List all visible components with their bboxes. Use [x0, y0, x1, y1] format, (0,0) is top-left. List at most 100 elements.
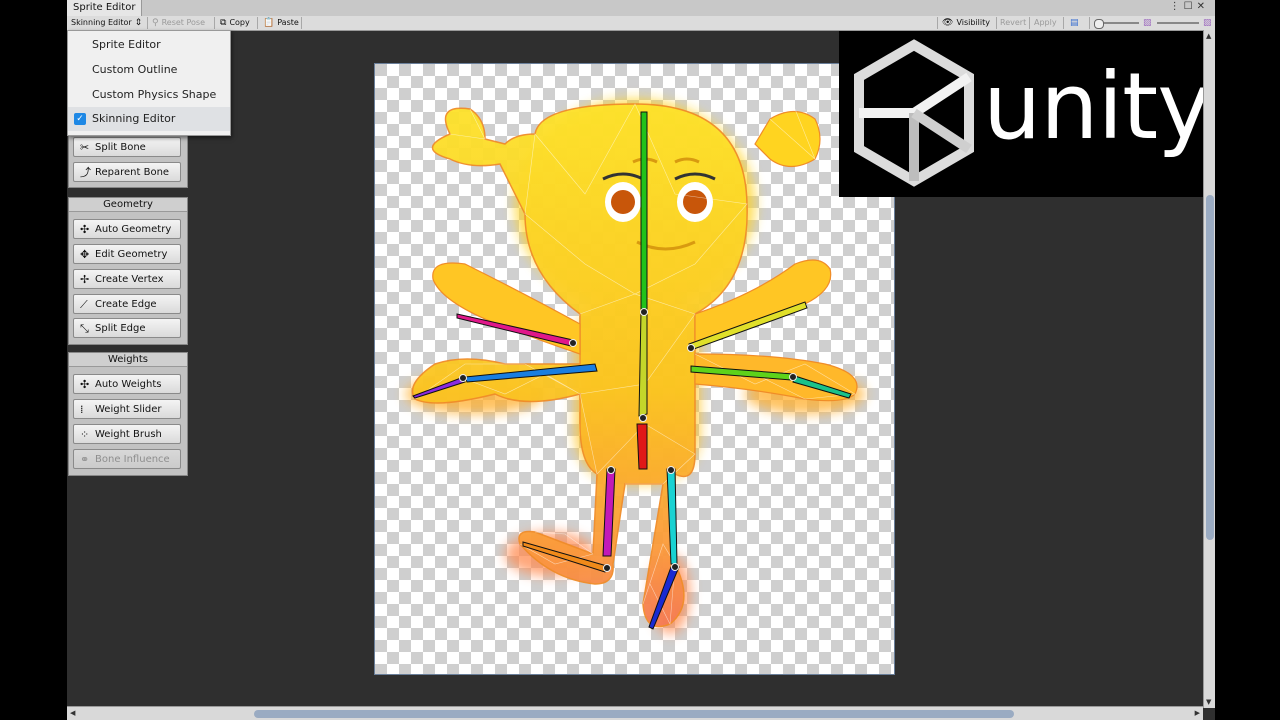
- auto-weights-label: Auto Weights: [95, 379, 162, 390]
- split-bone-label: Split Bone: [95, 142, 146, 153]
- reparent-bone-button[interactable]: ⤴ Reparent Bone: [73, 162, 181, 182]
- apply-button[interactable]: Apply: [1034, 16, 1057, 30]
- copy-label: Copy: [229, 18, 250, 27]
- menu-item-custom-outline[interactable]: Custom Outline: [68, 58, 230, 82]
- revert-label: Revert: [1000, 18, 1027, 27]
- mip-toggle[interactable]: ▨: [1203, 16, 1212, 30]
- color-channel-toggle[interactable]: ▤: [1070, 16, 1079, 30]
- create-edge-icon: ⟋: [80, 298, 88, 311]
- bone-tools-panel: ✂ Split Bone ⤴ Reparent Bone: [68, 128, 188, 188]
- menu-item-skinning-editor[interactable]: ✓ Skinning Editor: [68, 107, 230, 131]
- weight-slider-button[interactable]: ⁞ Weight Slider: [73, 399, 181, 419]
- weight-slider-label: Weight Slider: [95, 404, 162, 415]
- reset-pose-label: Reset Pose: [161, 18, 206, 27]
- visibility-button[interactable]: 👁 Visibility: [942, 16, 990, 30]
- unity-cube-icon: [854, 39, 974, 187]
- menu-item-label: Sprite Editor: [92, 38, 161, 51]
- reset-pose-button[interactable]: ⚲ Reset Pose: [152, 16, 205, 30]
- bone-influence-button[interactable]: ⚭ Bone Influence: [73, 449, 181, 469]
- edit-geometry-button[interactable]: ✥ Edit Geometry: [73, 244, 181, 264]
- toolbar-divider: [996, 17, 997, 29]
- vertical-scrollbar[interactable]: ▲ ▼: [1203, 30, 1215, 708]
- mip-slider[interactable]: [1157, 22, 1199, 24]
- mode-select-label: Skinning Editor: [71, 18, 132, 27]
- close-icon[interactable]: ✕: [1197, 1, 1209, 12]
- toolbar-divider: [1029, 17, 1030, 29]
- mode-dropdown-menu: Sprite Editor Custom Outline Custom Phys…: [67, 30, 231, 136]
- toolbar-divider: [1089, 17, 1090, 29]
- sprite-viewport: [375, 64, 894, 674]
- mip-icon: ▨: [1203, 18, 1212, 28]
- toolbar-divider: [301, 17, 302, 29]
- auto-weights-icon: ✣: [80, 378, 90, 391]
- scroll-right-icon[interactable]: ▶: [1195, 709, 1200, 717]
- alpha-icon: ▨: [1143, 18, 1152, 28]
- scroll-up-icon[interactable]: ▲: [1206, 32, 1211, 40]
- horizontal-scroll-thumb[interactable]: [254, 710, 1014, 718]
- reparent-bone-icon: ⤴: [80, 166, 91, 179]
- split-edge-button[interactable]: ⤡ Split Edge: [73, 318, 181, 338]
- create-edge-button[interactable]: ⟋ Create Edge: [73, 294, 181, 314]
- geometry-panel-header: Geometry: [69, 198, 187, 212]
- maximize-icon[interactable]: ☐: [1184, 1, 1197, 12]
- auto-geometry-label: Auto Geometry: [95, 224, 172, 235]
- weight-brush-button[interactable]: ⁘ Weight Brush: [73, 424, 181, 444]
- torso-bone: [638, 311, 648, 417]
- menu-item-custom-physics-shape[interactable]: Custom Physics Shape: [68, 83, 230, 107]
- menu-item-label: Skinning Editor: [92, 112, 176, 125]
- visibility-label: Visibility: [956, 18, 990, 27]
- toolbar-divider: [1063, 17, 1064, 29]
- toolbar-divider: [937, 17, 938, 29]
- create-vertex-label: Create Vertex: [95, 274, 164, 285]
- bone-influence-icon: ⚭: [80, 453, 90, 466]
- horizontal-scrollbar[interactable]: ◀ ▶: [67, 706, 1203, 720]
- alpha-toggle[interactable]: ▨: [1143, 16, 1152, 30]
- create-vertex-button[interactable]: ✢ Create Vertex: [73, 269, 181, 289]
- hip-bone: [636, 423, 648, 470]
- menu-item-sprite-editor[interactable]: Sprite Editor: [68, 33, 230, 57]
- sprite-canvas[interactable]: [374, 63, 895, 675]
- create-vertex-icon: ✢: [80, 273, 90, 286]
- weight-brush-label: Weight Brush: [95, 429, 162, 440]
- toolbar-divider: [214, 17, 215, 29]
- window-title: Sprite Editor: [73, 2, 136, 13]
- copy-button[interactable]: ⧉ Copy: [220, 16, 250, 30]
- letterbox-right: [1215, 0, 1280, 720]
- edit-geometry-label: Edit Geometry: [95, 249, 168, 260]
- reset-pose-icon: ⚲: [152, 18, 159, 28]
- auto-geometry-icon: ✣: [80, 223, 90, 236]
- bone-influence-label: Bone Influence: [95, 454, 170, 465]
- copy-icon: ⧉: [220, 18, 227, 28]
- toolbar-divider: [147, 17, 148, 29]
- mode-select[interactable]: Skinning Editor ⇕: [71, 16, 142, 30]
- sprite-editor-window: Sprite Editor ⋮☐✕ Skinning Editor ⇕ ⚲ Rese…: [67, 0, 1215, 720]
- menu-item-label: Custom Physics Shape: [92, 88, 217, 101]
- unity-logo-overlay: unity: [839, 31, 1215, 197]
- window-title-tab[interactable]: Sprite Editor: [67, 0, 143, 16]
- checkmark-icon: ✓: [74, 113, 86, 125]
- weights-panel: Weights ✣ Auto Weights ⁞ Weight Slider ⁘ We…: [68, 352, 188, 476]
- split-edge-label: Split Edge: [95, 323, 146, 334]
- eye-icon: 👁: [942, 18, 954, 28]
- menu-item-label: Custom Outline: [92, 63, 178, 76]
- geometry-panel: Geometry ✣ Auto Geometry ✥ Edit Geometry ✢…: [68, 197, 188, 345]
- scroll-left-icon[interactable]: ◀: [70, 709, 75, 717]
- vertical-scroll-thumb[interactable]: [1206, 195, 1214, 540]
- apply-label: Apply: [1034, 18, 1057, 27]
- menu-icon[interactable]: ⋮: [1170, 1, 1184, 12]
- toolbar-divider: [257, 17, 258, 29]
- title-bar: Sprite Editor ⋮☐✕: [67, 0, 1215, 17]
- weight-brush-icon: ⁘: [80, 428, 90, 441]
- split-bone-button[interactable]: ✂ Split Bone: [73, 137, 181, 157]
- auto-weights-button[interactable]: ✣ Auto Weights: [73, 374, 181, 394]
- create-edge-label: Create Edge: [95, 299, 157, 310]
- weight-slider-icon: ⁞: [80, 403, 84, 416]
- zoom-slider-handle[interactable]: [1094, 19, 1104, 29]
- auto-geometry-button[interactable]: ✣ Auto Geometry: [73, 219, 181, 239]
- paste-button[interactable]: 📋 Paste: [263, 16, 299, 30]
- revert-button[interactable]: Revert: [1000, 16, 1026, 30]
- paste-icon: 📋: [263, 18, 275, 28]
- scroll-down-icon[interactable]: ▼: [1206, 698, 1211, 706]
- paste-label: Paste: [277, 18, 299, 27]
- spine-bone: [640, 111, 648, 310]
